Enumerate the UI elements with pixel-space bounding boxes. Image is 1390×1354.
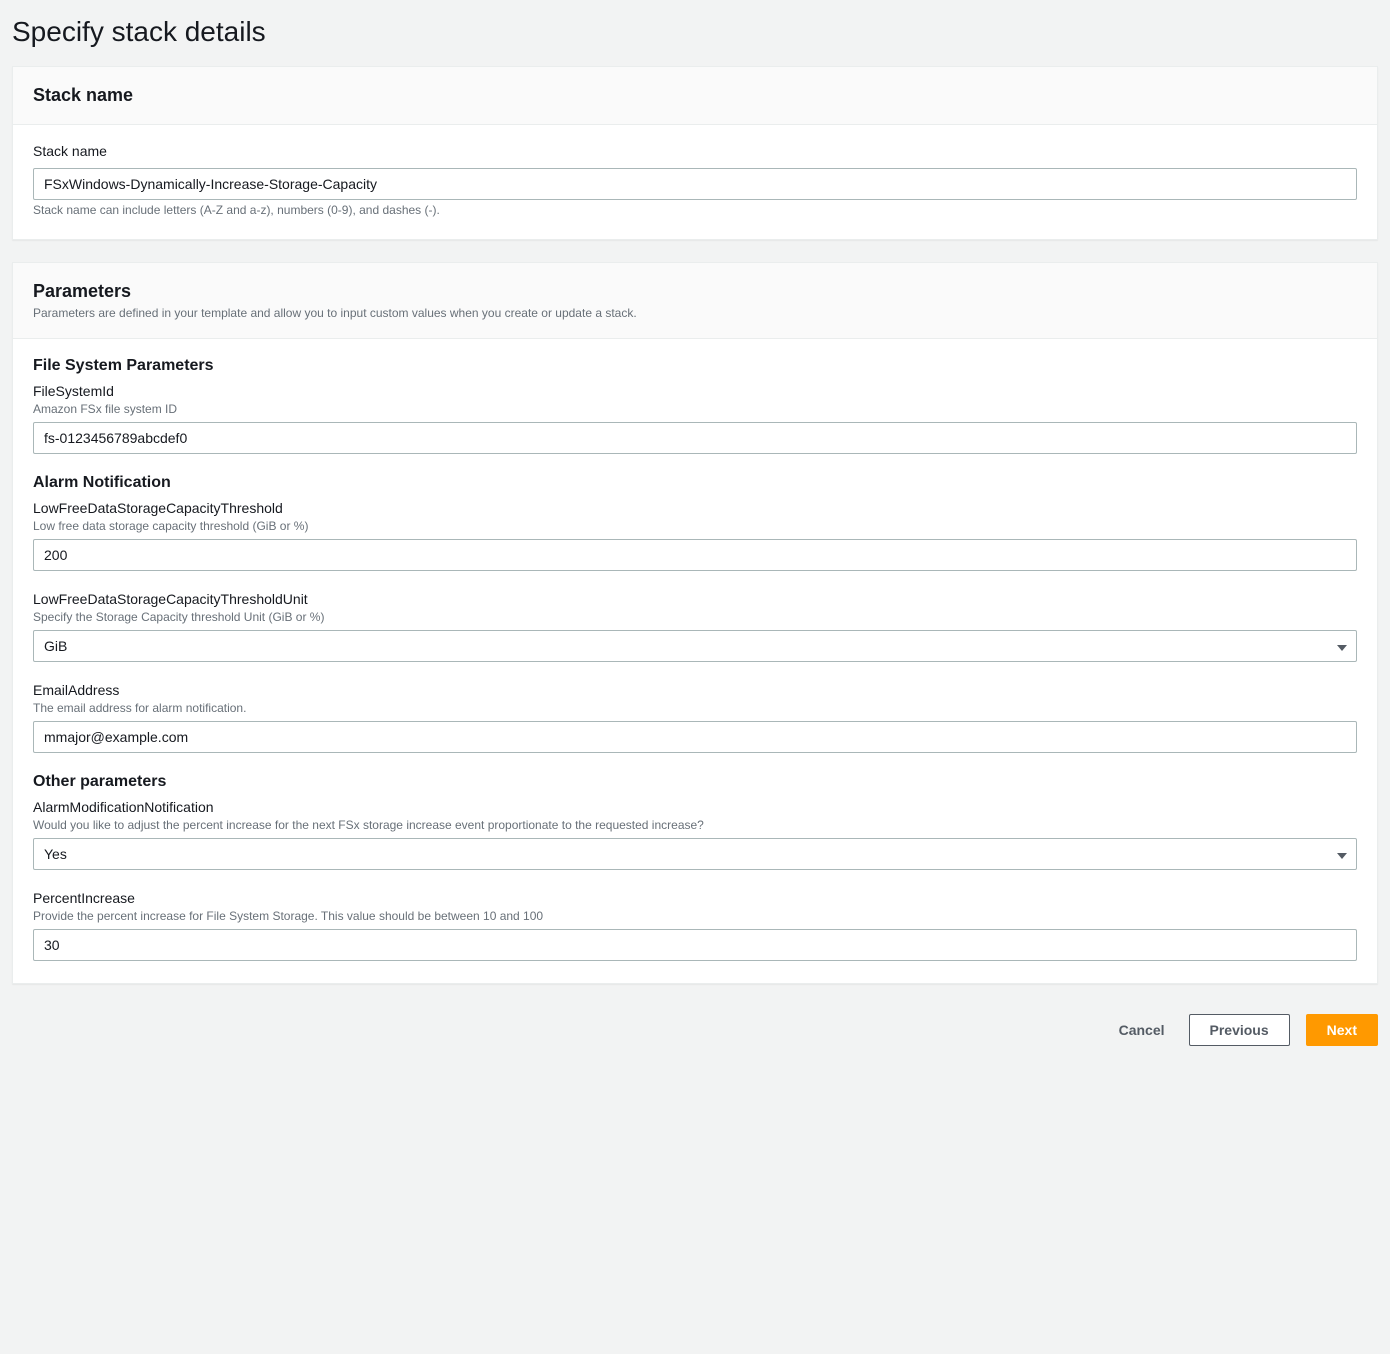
percent-increase-input[interactable] <box>33 929 1357 961</box>
filesystemid-label: FileSystemId <box>33 383 1357 399</box>
threshold-unit-field: LowFreeDataStorageCapacityThresholdUnit … <box>33 591 1357 662</box>
section-heading-alarm: Alarm Notification <box>33 474 1357 492</box>
parameters-card-body: File System Parameters FileSystemId Amaz… <box>13 339 1377 983</box>
threshold-unit-select-wrap: GiB <box>33 630 1357 662</box>
filesystemid-field: FileSystemId Amazon FSx file system ID <box>33 383 1357 454</box>
alarm-mod-label: AlarmModificationNotification <box>33 799 1357 815</box>
section-heading-filesystem: File System Parameters <box>33 357 1357 375</box>
alarm-mod-select-wrap: Yes <box>33 838 1357 870</box>
stack-name-field: Stack name Stack name can include letter… <box>33 143 1357 217</box>
parameters-card-header: Parameters Parameters are defined in you… <box>13 263 1377 339</box>
email-hint: The email address for alarm notification… <box>33 701 1357 715</box>
parameters-card-subtext: Parameters are defined in your template … <box>33 306 1357 320</box>
page-title: Specify stack details <box>12 8 1378 66</box>
threshold-input[interactable] <box>33 539 1357 571</box>
email-field: EmailAddress The email address for alarm… <box>33 682 1357 753</box>
cancel-button[interactable]: Cancel <box>1111 1014 1173 1046</box>
section-heading-other: Other parameters <box>33 773 1357 791</box>
stack-name-card-title: Stack name <box>33 85 1357 106</box>
stack-name-hint: Stack name can include letters (A-Z and … <box>33 203 1357 217</box>
stack-name-label: Stack name <box>33 143 1357 159</box>
previous-button[interactable]: Previous <box>1189 1014 1290 1046</box>
stack-name-card-body: Stack name Stack name can include letter… <box>13 125 1377 239</box>
percent-increase-field: PercentIncrease Provide the percent incr… <box>33 890 1357 961</box>
stack-name-input[interactable] <box>33 168 1357 200</box>
email-label: EmailAddress <box>33 682 1357 698</box>
threshold-field: LowFreeDataStorageCapacityThreshold Low … <box>33 500 1357 571</box>
wizard-footer: Cancel Previous Next <box>12 1006 1378 1046</box>
stack-name-card: Stack name Stack name Stack name can inc… <box>12 66 1378 240</box>
percent-increase-hint: Provide the percent increase for File Sy… <box>33 909 1357 923</box>
threshold-unit-label: LowFreeDataStorageCapacityThresholdUnit <box>33 591 1357 607</box>
filesystemid-input[interactable] <box>33 422 1357 454</box>
next-button[interactable]: Next <box>1306 1014 1378 1046</box>
threshold-unit-select[interactable]: GiB <box>33 630 1357 662</box>
parameters-card: Parameters Parameters are defined in you… <box>12 262 1378 984</box>
threshold-unit-hint: Specify the Storage Capacity threshold U… <box>33 610 1357 624</box>
filesystemid-hint: Amazon FSx file system ID <box>33 402 1357 416</box>
threshold-label: LowFreeDataStorageCapacityThreshold <box>33 500 1357 516</box>
alarm-mod-field: AlarmModificationNotification Would you … <box>33 799 1357 870</box>
email-input[interactable] <box>33 721 1357 753</box>
stack-name-card-header: Stack name <box>13 67 1377 125</box>
alarm-mod-hint: Would you like to adjust the percent inc… <box>33 818 1357 832</box>
percent-increase-label: PercentIncrease <box>33 890 1357 906</box>
parameters-card-title: Parameters <box>33 281 1357 302</box>
threshold-hint: Low free data storage capacity threshold… <box>33 519 1357 533</box>
page-container: Specify stack details Stack name Stack n… <box>4 4 1386 1064</box>
alarm-mod-select[interactable]: Yes <box>33 838 1357 870</box>
